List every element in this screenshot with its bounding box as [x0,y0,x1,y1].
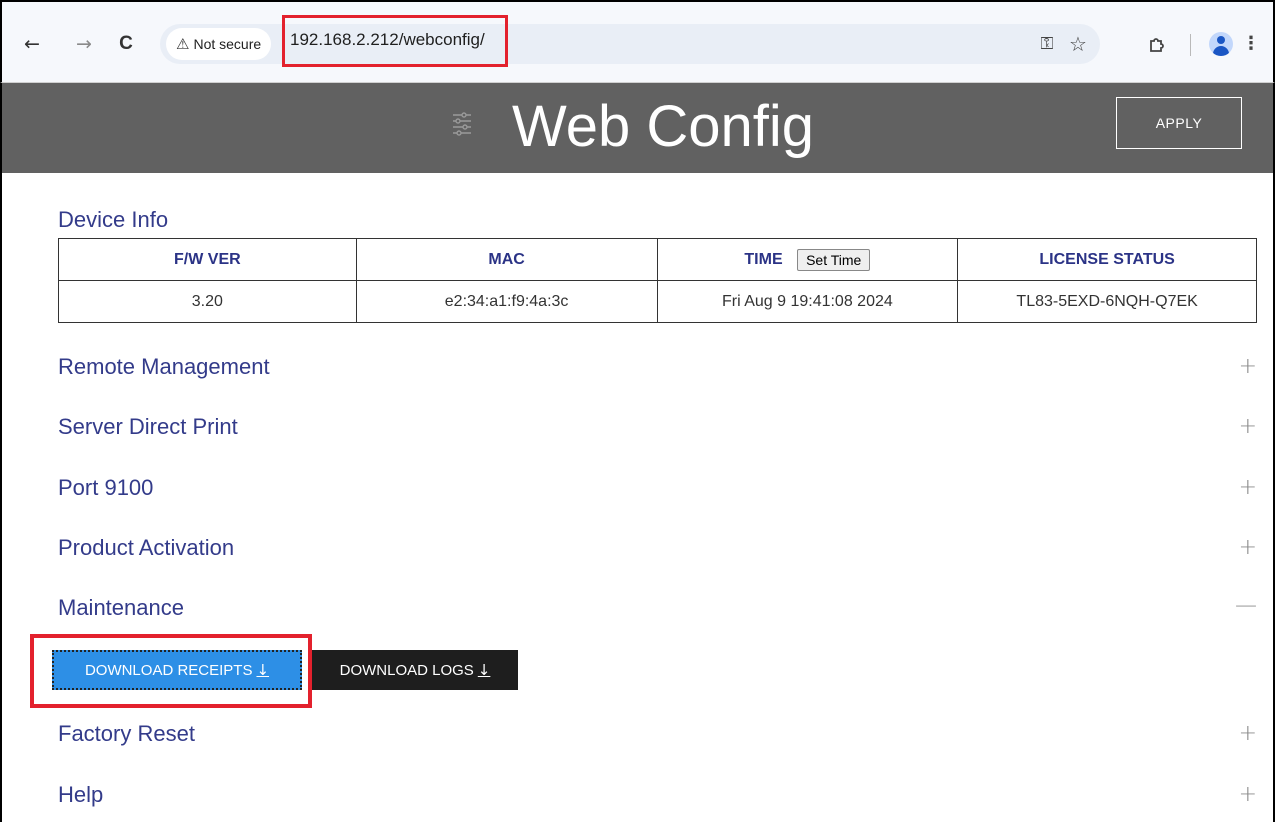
set-time-button[interactable]: Set Time [797,248,871,271]
security-label: Not secure [193,36,262,52]
section-server-direct-print[interactable]: Server Direct Print [58,413,238,441]
browser-toolbar: ← → C ⚠ Not secure ⚿ ☆ ⋮ [0,0,1275,83]
collapse-minus-icon[interactable]: — [1235,592,1257,620]
mac-value: e2:34:a1:f9:4a:3c [355,280,658,323]
url-highlight-box [282,15,508,67]
expand-plus-icon[interactable]: + [1239,353,1257,381]
device-info-table: F/W VER MAC TIME Set Time LICENSE STATUS… [58,238,1257,323]
section-factory-reset[interactable]: Factory Reset [58,720,195,748]
expand-plus-icon[interactable]: + [1239,474,1257,502]
fw-ver-value: 3.20 [58,280,357,323]
profile-avatar-icon[interactable] [1209,32,1233,56]
key-icon[interactable]: ⚿ [1034,30,1060,58]
download-logs-label: DOWNLOAD LOGS [339,662,474,679]
expand-plus-icon[interactable]: + [1239,534,1257,562]
mac-header: MAC [355,238,658,281]
download-logs-button[interactable]: DOWNLOAD LOGS ↓ [312,650,518,690]
section-product-activation[interactable]: Product Activation [58,534,234,562]
license-status-header: LICENSE STATUS [957,238,1257,281]
section-maintenance[interactable]: Maintenance [58,594,184,622]
page-title: Web Config [512,94,814,159]
table-header-row: F/W VER MAC TIME Set Time LICENSE STATUS [58,238,1257,281]
device-info-title: Device Info [58,207,169,232]
sliders-icon [453,112,471,136]
more-menu-icon[interactable]: ⋮ [1242,30,1260,58]
apply-button[interactable]: APPLY [1116,97,1242,149]
forward-arrow-icon[interactable]: → [72,32,96,56]
table-row: 3.20 e2:34:a1:f9:4a:3c Fri Aug 9 19:41:0… [58,280,1257,323]
star-icon[interactable]: ☆ [1065,30,1091,58]
page-viewport [0,83,1275,822]
download-arrow-icon: ↓ [477,661,491,679]
security-chip[interactable]: ⚠ Not secure [166,28,272,60]
toolbar-divider [1190,34,1191,56]
fw-ver-header: F/W VER [58,238,357,281]
expand-plus-icon[interactable]: + [1239,413,1257,441]
download-receipts-highlight-box [30,634,312,708]
expand-plus-icon[interactable]: + [1239,720,1257,748]
license-status-value: TL83-5EXD-6NQH-Q7EK [957,280,1257,323]
section-remote-management[interactable]: Remote Management [58,353,270,381]
time-header: TIME Set Time [656,238,959,281]
extensions-icon[interactable] [1144,30,1170,58]
page-header: Web Config [2,83,1273,173]
reload-icon[interactable]: C [114,32,138,56]
section-help[interactable]: Help [58,781,103,809]
section-port-9100[interactable]: Port 9100 [58,474,153,502]
time-header-label: TIME [744,250,783,268]
time-value: Fri Aug 9 19:41:08 2024 [656,280,959,323]
warning-icon: ⚠ [176,35,190,53]
back-arrow-icon[interactable]: ← [20,32,44,56]
expand-plus-icon[interactable]: + [1239,781,1257,809]
